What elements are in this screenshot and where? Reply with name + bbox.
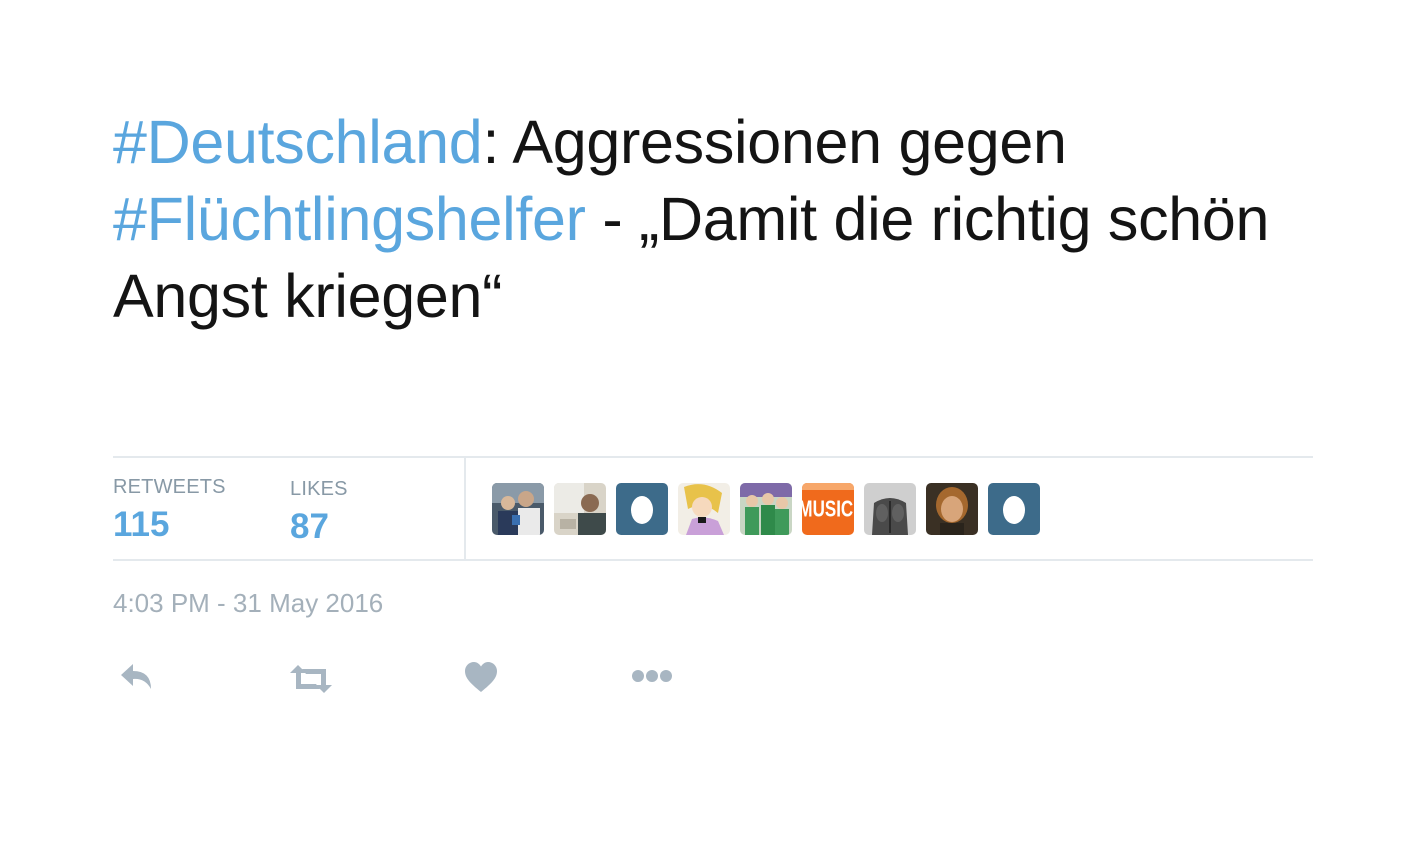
tweet-text-segment: : Aggressionen gegen (482, 108, 1067, 176)
retweets-stat[interactable]: RETWEETS 115 (113, 476, 226, 545)
retweet-icon[interactable] (288, 664, 334, 694)
reply-icon[interactable] (119, 662, 155, 692)
tweet-actions (113, 652, 713, 702)
avatar-default-egg[interactable] (616, 483, 668, 535)
tweet-timestamp[interactable]: 4:03 PM - 31 May 2016 (113, 588, 383, 619)
avatar-photo-group[interactable] (492, 483, 544, 535)
tweet-text: #Deutschland: Aggressionen gegen #Flücht… (113, 104, 1293, 335)
likes-count: 87 (290, 507, 329, 546)
avatar-cartoon-princess[interactable] (678, 483, 730, 535)
hashtag-link[interactable]: #Flüchtlingshelfer (113, 185, 586, 253)
likes-stat[interactable]: LIKES 87 (290, 478, 348, 547)
avatar-photo-back[interactable] (864, 483, 916, 535)
more-icon[interactable] (631, 669, 673, 683)
avatar-music-label: MUSIC (802, 497, 854, 522)
avatar-music[interactable]: MUSIC (802, 483, 854, 535)
hashtag-link[interactable]: #Deutschland (113, 108, 483, 176)
avatar-photo-man[interactable] (926, 483, 978, 535)
avatar-green-figures[interactable] (740, 483, 792, 535)
avatar-default-egg[interactable] (988, 483, 1040, 535)
retweets-count: 115 (113, 505, 170, 544)
avatar-photo-person[interactable] (554, 483, 606, 535)
likes-label: LIKES (290, 478, 348, 500)
like-icon[interactable] (464, 661, 498, 693)
tweet-stats: RETWEETS 115 LIKES 87 MUSIC (113, 456, 1313, 561)
stats-divider (464, 458, 466, 559)
retweets-label: RETWEETS (113, 476, 226, 498)
